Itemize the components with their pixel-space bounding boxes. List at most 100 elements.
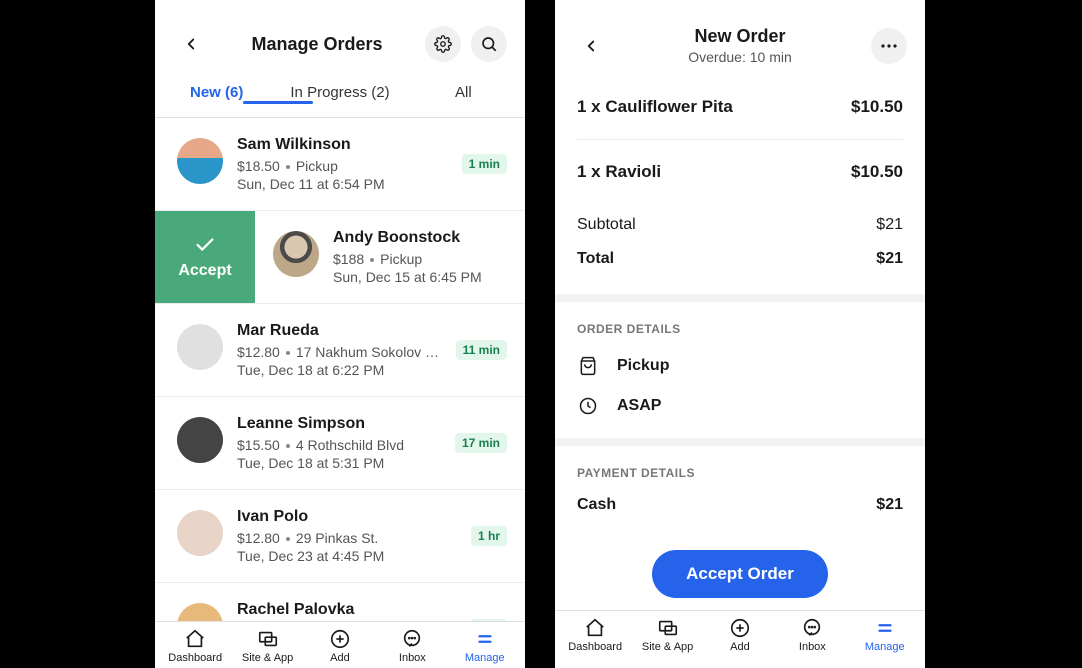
payment-value: $21 xyxy=(876,496,903,514)
order-details-header: ORDER DETAILS xyxy=(555,302,925,346)
order-row[interactable]: Andy Boonstock $188Pickup Sun, Dec 15 at 6… xyxy=(255,211,525,303)
bottom-nav: Dashboard Site & App Add Inbox Manage xyxy=(555,610,925,657)
line-item: 1 x Ravioli$10.50 xyxy=(577,140,903,204)
search-icon[interactable] xyxy=(471,26,507,62)
order-name: Andy Boonstock xyxy=(333,229,507,247)
nav-site-app[interactable]: Site & App xyxy=(638,617,698,653)
nav-label: Dashboard xyxy=(165,652,225,664)
subtotal-value: $21 xyxy=(876,216,903,234)
time-badge: 11 min xyxy=(456,340,507,360)
nav-add[interactable]: Add xyxy=(710,617,770,653)
line-item-price: $10.50 xyxy=(851,162,903,182)
line-items: 1 x Cauliflower Pita$10.501 x Ravioli$10… xyxy=(555,75,925,204)
order-time: Tue, Dec 18 at 6:22 PM xyxy=(237,362,442,378)
nav-label: Site & App xyxy=(238,652,298,664)
avatar xyxy=(177,138,223,184)
order-time: Sun, Dec 11 at 6:54 PM xyxy=(237,176,448,192)
nav-label: Add xyxy=(310,652,370,664)
nav-dashboard[interactable]: Dashboard xyxy=(165,628,225,664)
avatar xyxy=(273,231,319,277)
order-row[interactable]: Mar Rueda $12.8017 Nakhum Sokolov St. Tue,… xyxy=(155,304,525,397)
order-meta: $188Pickup xyxy=(333,251,507,267)
order-list[interactable]: Sam Wilkinson$18.50PickupSun, Dec 11 at … xyxy=(155,118,525,621)
swipe-accept-button[interactable]: Accept xyxy=(155,211,255,303)
tab-in-progress-[interactable]: In Progress (2) xyxy=(278,72,401,117)
order-name: Mar Rueda xyxy=(237,322,442,340)
home-icon xyxy=(565,617,625,639)
page-title: New Order xyxy=(609,26,871,47)
time-badge: 1 min xyxy=(462,154,507,174)
order-time: Sun, Dec 15 at 6:45 PM xyxy=(333,269,507,285)
header: New Order Overdue: 10 min xyxy=(555,0,925,75)
nav-inbox[interactable]: Inbox xyxy=(782,617,842,653)
timing-value: ASAP xyxy=(617,397,661,415)
order-detail-screen: New Order Overdue: 10 min 1 x Cauliflowe… xyxy=(555,0,925,668)
back-icon[interactable] xyxy=(573,37,609,55)
bottom-nav: Dashboard Site & App Add Inbox Manage xyxy=(155,621,525,668)
order-name: Ivan Polo xyxy=(237,508,457,526)
divider xyxy=(555,438,925,446)
timing-row: ASAP xyxy=(555,386,925,426)
nav-label: Add xyxy=(710,641,770,653)
fulfillment-value: Pickup xyxy=(617,357,669,375)
accept-order-button[interactable]: Accept Order xyxy=(652,550,828,598)
nav-manage[interactable]: Manage xyxy=(855,617,915,653)
home-icon xyxy=(165,628,225,650)
total-value: $21 xyxy=(876,250,903,268)
nav-label: Inbox xyxy=(782,641,842,653)
line-item: 1 x Cauliflower Pita$10.50 xyxy=(577,75,903,140)
order-time: Tue, Dec 23 at 4:45 PM xyxy=(237,548,457,564)
orders-list-screen: Manage Orders New (6)In Progress (2)All … xyxy=(155,0,525,668)
nav-site-app[interactable]: Site & App xyxy=(238,628,298,664)
tab-all[interactable]: All xyxy=(402,72,525,117)
chat-icon xyxy=(782,617,842,639)
order-row[interactable]: Sam Wilkinson$18.50PickupSun, Dec 11 at … xyxy=(155,118,525,211)
fulfillment-row: Pickup xyxy=(555,346,925,386)
payment-details-header: PAYMENT DETAILS xyxy=(555,446,925,490)
nav-label: Site & App xyxy=(638,641,698,653)
windows-icon xyxy=(238,628,298,650)
windows-icon xyxy=(638,617,698,639)
plus-icon xyxy=(310,628,370,650)
payment-method: Cash xyxy=(577,496,616,514)
menu-icon xyxy=(855,617,915,639)
avatar xyxy=(177,603,223,621)
nav-dashboard[interactable]: Dashboard xyxy=(565,617,625,653)
order-meta: $12.8017 Nakhum Sokolov St. xyxy=(237,344,442,360)
header: Manage Orders xyxy=(155,0,525,72)
order-name: Sam Wilkinson xyxy=(237,136,448,154)
order-meta: $15.504 Rothschild Blvd xyxy=(237,437,441,453)
back-icon[interactable] xyxy=(173,35,209,53)
page-subtitle: Overdue: 10 min xyxy=(609,49,871,65)
tabs: New (6)In Progress (2)All xyxy=(155,72,525,118)
totals: Subtotal $21 Total $21 xyxy=(555,204,925,302)
time-badge: 17 min xyxy=(455,433,507,453)
subtotal-label: Subtotal xyxy=(577,216,636,234)
clock-icon xyxy=(577,396,599,416)
nav-label: Inbox xyxy=(382,652,442,664)
nav-label: Manage xyxy=(855,641,915,653)
avatar xyxy=(177,324,223,370)
nav-manage[interactable]: Manage xyxy=(455,628,515,664)
order-row[interactable]: Leanne Simpson$15.504 Rothschild BlvdTue… xyxy=(155,397,525,490)
payment-row: Cash $21 xyxy=(555,490,925,514)
order-row[interactable]: Ivan Polo$12.8029 Pinkas St.Tue, Dec 23 … xyxy=(155,490,525,583)
nav-label: Dashboard xyxy=(565,641,625,653)
time-badge: 1 hr xyxy=(471,526,507,546)
total-label: Total xyxy=(577,250,614,268)
nav-inbox[interactable]: Inbox xyxy=(382,628,442,664)
plus-icon xyxy=(710,617,770,639)
avatar xyxy=(177,510,223,556)
order-name: Rachel Palovka xyxy=(237,601,457,619)
page-title: Manage Orders xyxy=(209,34,425,55)
order-row[interactable]: Rachel Palovka$55.4017 Depijoto St.1 hr xyxy=(155,583,525,621)
time-badge: 1 hr xyxy=(471,619,507,621)
bag-icon xyxy=(577,356,599,376)
nav-label: Manage xyxy=(455,652,515,664)
nav-add[interactable]: Add xyxy=(310,628,370,664)
tab-new-[interactable]: New (6) xyxy=(155,72,278,117)
settings-icon[interactable] xyxy=(425,26,461,62)
chat-icon xyxy=(382,628,442,650)
order-time: Tue, Dec 18 at 5:31 PM xyxy=(237,455,441,471)
more-icon[interactable] xyxy=(871,28,907,64)
